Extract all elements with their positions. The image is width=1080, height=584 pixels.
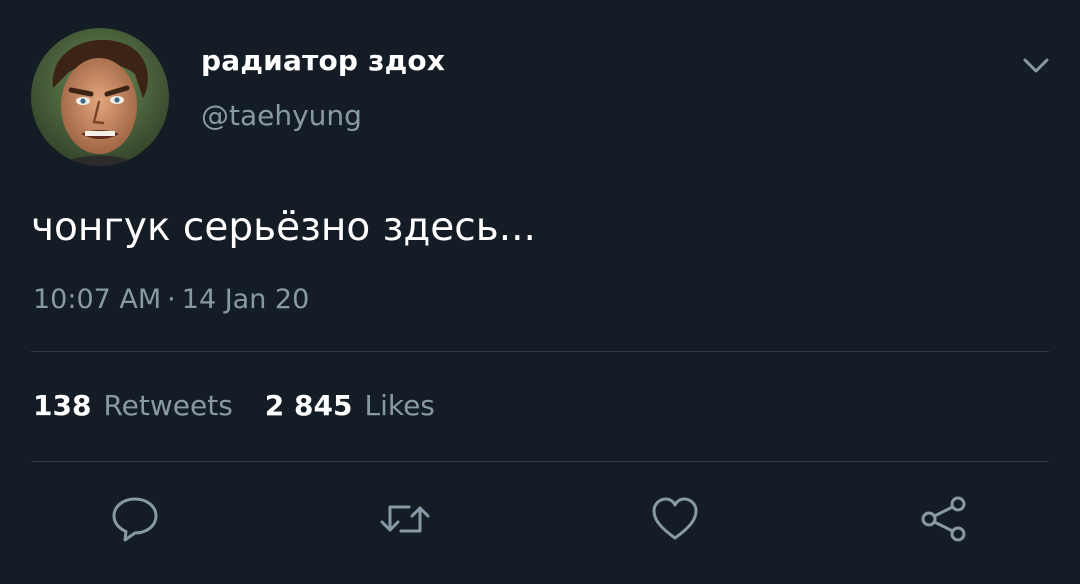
tweet-timestamp[interactable]: 10:07 AM · 14 Jan 20 xyxy=(33,284,309,315)
retweet-button[interactable] xyxy=(377,493,430,545)
chevron-down-icon xyxy=(1023,58,1049,73)
tweet-menu-button[interactable] xyxy=(1020,52,1052,78)
likes-count: 2 845 xyxy=(264,389,353,422)
cartoon-face-avatar-icon xyxy=(31,28,169,166)
likes-label: Likes xyxy=(364,389,435,422)
divider-bottom xyxy=(31,461,1049,462)
heart-icon xyxy=(652,497,698,540)
author-handle[interactable]: @taehyung xyxy=(201,99,362,132)
tweet-date: 14 Jan 20 xyxy=(181,284,310,315)
tweet-time: 10:07 AM xyxy=(33,284,162,315)
avatar[interactable] xyxy=(31,28,169,166)
like-button[interactable] xyxy=(649,493,701,545)
timestamp-separator: · xyxy=(167,284,176,315)
divider-top xyxy=(31,351,1049,352)
retweets-label: Retweets xyxy=(103,389,233,422)
retweets-stat[interactable]: 138 Retweets xyxy=(33,389,233,422)
share-icon xyxy=(921,496,966,542)
retweet-arrows-icon xyxy=(380,505,430,533)
author-display-name[interactable]: радиатор здох xyxy=(201,44,445,77)
retweets-count: 138 xyxy=(33,389,92,422)
tweet-stats: 138 Retweets 2 845 Likes xyxy=(33,389,467,422)
speech-bubble-icon xyxy=(112,497,158,542)
likes-stat[interactable]: 2 845 Likes xyxy=(265,389,435,422)
tweet-text: чонгук серьёзно здесь... xyxy=(31,205,536,250)
share-button[interactable] xyxy=(918,493,970,545)
reply-button[interactable] xyxy=(109,493,161,545)
tweet-detail: радиатор здох @taehyung чонгук серьёзно … xyxy=(0,0,1080,584)
